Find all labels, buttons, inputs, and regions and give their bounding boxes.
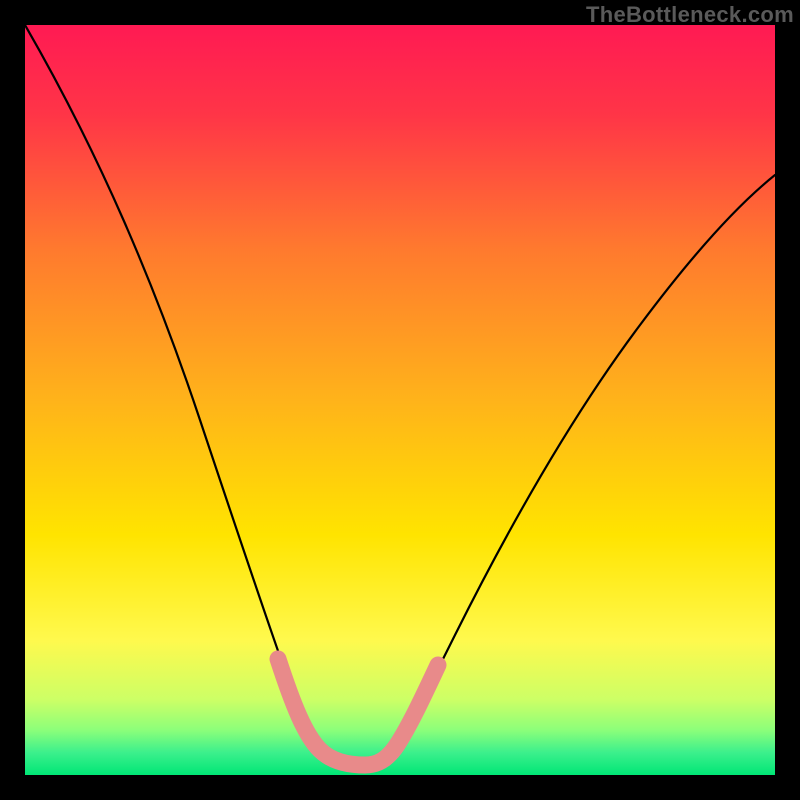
watermark-text: TheBottleneck.com	[586, 2, 794, 28]
bottleneck-chart	[25, 25, 775, 775]
gradient-background	[25, 25, 775, 775]
